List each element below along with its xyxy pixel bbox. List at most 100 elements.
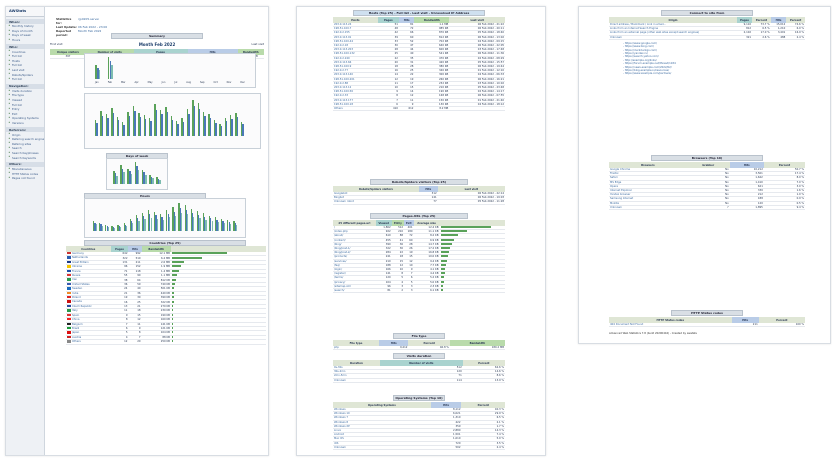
country-share-bar — [171, 274, 177, 277]
origin-links: - https://www.google.com/- https://www.b… — [609, 42, 805, 76]
sidebar-sections: When:Monthly historyDays of monthDays of… — [6, 19, 44, 181]
country-label[interactable]: Ukraine — [72, 265, 82, 268]
country-share-bar — [171, 313, 174, 316]
daily-bar — [145, 118, 147, 136]
table-cell: 12 — [110, 339, 129, 345]
table-cell[interactable]: 404 Document Not Found — [609, 323, 732, 328]
country-share-bar — [171, 265, 181, 268]
country-flag-icon — [67, 256, 71, 259]
country-label[interactable]: China — [72, 318, 79, 321]
hour-bar — [223, 223, 225, 231]
country-share-bar — [171, 340, 174, 343]
duration-row: Unknown 114 13.9 % — [333, 378, 505, 383]
country-label[interactable]: Germany — [72, 252, 84, 255]
hour-bar — [168, 217, 171, 231]
table-cell: 46.8 % — [408, 346, 450, 351]
table-cell: 05 Feb 2022 - 11:28 — [437, 199, 505, 205]
meta-value: rjp0205.server — [78, 17, 100, 21]
countries-box: Countries Pages Hits Bandwidth Germany 642 992… — [66, 246, 266, 345]
month-label: Mar — [120, 81, 126, 84]
country-label[interactable]: Czech Republic — [72, 305, 92, 308]
country-label[interactable]: Japan — [72, 332, 79, 335]
referrer-link[interactable]: - https://www.example.com/partners/ — [623, 72, 805, 75]
hour-chart — [93, 203, 238, 231]
hour-bar — [101, 225, 103, 231]
country-label[interactable]: Brazil — [72, 327, 79, 330]
origin-table: Origin Pages Percent Hits Percent Direct addr… — [609, 17, 805, 40]
country-share-bar — [171, 269, 179, 272]
weekday-bar — [152, 178, 154, 184]
country-name[interactable]: Others — [66, 339, 111, 345]
country-share-bar — [171, 300, 174, 303]
table-cell: 20 — [128, 339, 142, 345]
os-table: Operating Systems Hits Percent Windows 8,112… — [333, 402, 505, 451]
monthly-chart — [95, 57, 245, 79]
sidebar-link[interactable]: Versions — [6, 121, 44, 126]
country-label[interactable]: Canada — [72, 301, 82, 304]
daily-bar — [172, 119, 174, 136]
country-share-bar — [171, 296, 174, 299]
sidebar-link[interactable]: Full list — [6, 77, 44, 82]
hour-bar — [144, 219, 146, 231]
daily-bar — [188, 113, 190, 136]
country-label[interactable]: Others — [72, 340, 81, 343]
country-label[interactable]: Austria — [72, 336, 81, 339]
hour-bar — [113, 227, 116, 231]
country-label[interactable]: Russia — [72, 274, 80, 277]
table-cell[interactable]: Unknown — [333, 378, 380, 383]
url-row: /search/81 2 3 6.1 KB — [333, 288, 505, 294]
hour-bar — [138, 220, 140, 231]
daily-chart — [95, 100, 250, 136]
hour-bar — [229, 223, 232, 231]
country-label[interactable]: United States — [72, 283, 90, 286]
country-label[interactable]: Belgium — [72, 323, 83, 326]
origin-section: Connect to site from Origin Pages Percent H… — [609, 10, 805, 76]
sidebar-link[interactable]: Search Keywords — [6, 155, 44, 160]
http-row: 404 Document Not Found 211 100 % — [609, 323, 805, 328]
hour-bar — [187, 214, 189, 231]
table-cell[interactable]: php — [333, 346, 379, 351]
country-bar-cell — [170, 339, 266, 345]
country-label[interactable]: Great Britain — [72, 261, 89, 264]
table-cell[interactable]: Unknown — [609, 205, 687, 211]
country-label[interactable]: Spain — [72, 314, 79, 317]
hour-bar — [126, 226, 128, 231]
hour-bar — [95, 224, 97, 231]
summary-value: 397 — [50, 55, 86, 60]
month-label: Apr — [134, 81, 139, 84]
table-cell[interactable]: Unknown — [609, 35, 737, 40]
report-page-2: Hosts (Top 25) - Full list - Last visit … — [296, 6, 546, 456]
countries-table: Countries Pages Hits Bandwidth Germany 642 992… — [66, 246, 266, 345]
daily-bar — [128, 116, 131, 136]
daily-bar — [161, 114, 163, 136]
country-label[interactable]: Sweden — [72, 287, 82, 290]
country-share-bar — [171, 331, 173, 334]
country-share-bar — [171, 322, 173, 325]
table-cell[interactable]: /search/ — [333, 288, 376, 294]
browser-row: Unknown? 1,895 9.4 % — [609, 205, 805, 211]
sidebar: AWStats When:Monthly historyDays of mont… — [6, 7, 45, 455]
daily-bar — [182, 121, 185, 136]
sidebar-link[interactable]: Pages not found — [6, 176, 44, 181]
country-label[interactable]: France — [72, 270, 81, 273]
table-cell[interactable]: Unknown — [333, 445, 431, 451]
country-label[interactable]: Iran — [72, 279, 77, 282]
country-flag-icon — [67, 331, 71, 334]
browsers-title: Browsers (Top 10) — [651, 155, 763, 161]
http-section: HTTP Status codes HTTP Status codes Hits P… — [609, 310, 805, 328]
url-bar-cell — [439, 288, 505, 294]
country-flag-icon — [67, 322, 71, 325]
monthly-bar — [111, 64, 114, 79]
country-label[interactable]: Italy — [72, 309, 78, 312]
table-cell[interactable]: Unknown robot — [333, 199, 419, 205]
duration-table: Duration Number of visits Percent 0s-30s 512… — [333, 360, 505, 383]
country-label[interactable]: India — [72, 292, 78, 295]
sidebar-link[interactable]: Hours — [6, 38, 44, 43]
country-label[interactable]: Poland — [72, 296, 81, 299]
table-cell: 8.2 MB — [414, 106, 450, 112]
robots-title: Robots/Spiders visitors (Top 25) — [370, 179, 468, 185]
browsers-table: Browsers Grabber Hits Percent Google Chrome N… — [609, 162, 805, 211]
country-label[interactable]: Netherlands — [72, 257, 88, 260]
daily-bar — [236, 116, 239, 136]
table-cell[interactable]: Others — [333, 106, 378, 112]
